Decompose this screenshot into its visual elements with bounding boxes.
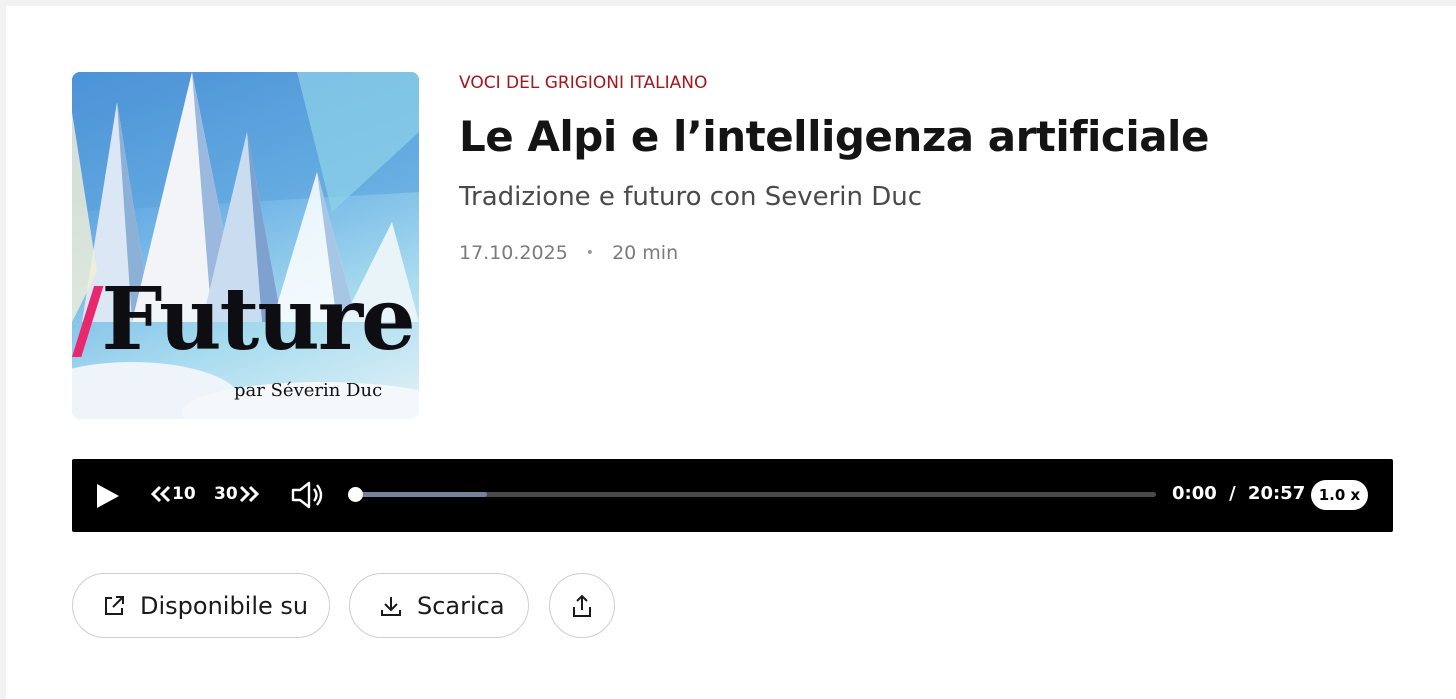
- audio-player: 10 30 0:00 / 20:57 1.0 x: [72, 459, 1393, 532]
- cover-slash: /: [72, 269, 103, 370]
- share-button[interactable]: [549, 573, 615, 638]
- time-separator: /: [1229, 483, 1236, 504]
- current-time: 0:00: [1172, 483, 1217, 504]
- skip-forward-seconds: 30: [214, 484, 238, 504]
- episode-duration: 20 min: [612, 242, 679, 264]
- skip-back-button[interactable]: 10: [150, 484, 196, 504]
- progress-bar[interactable]: [348, 487, 1156, 502]
- cover-subtitle: par Séverin Duc: [234, 380, 383, 401]
- episode-title: Le Alpi e l’intelligenza artificiale: [459, 112, 1209, 161]
- volume-icon: [291, 481, 323, 509]
- play-button[interactable]: [96, 483, 120, 513]
- playback-speed-button[interactable]: 1.0 x: [1311, 480, 1368, 510]
- time-display: 0:00 / 20:57: [1172, 483, 1305, 504]
- available-on-button[interactable]: Disponibile su: [72, 573, 330, 638]
- cover-art: /Future par Séverin Duc: [72, 72, 419, 419]
- share-icon: [573, 594, 591, 617]
- cover-title-text: Future: [101, 269, 415, 370]
- progress-handle[interactable]: [348, 487, 363, 502]
- episode-meta: 17.10.2025 • 20 min: [459, 242, 678, 264]
- episode-date: 17.10.2025: [459, 242, 568, 264]
- meta-separator: •: [585, 245, 595, 261]
- progress-buffered: [355, 492, 488, 497]
- download-icon: [379, 594, 403, 618]
- rewind-icon: [150, 485, 171, 503]
- episode-subtitle: Tradizione e futuro con Severin Duc: [459, 182, 923, 212]
- available-on-label: Disponibile su: [140, 591, 309, 620]
- program-name[interactable]: VOCI DEL GRIGIONI ITALIANO: [459, 73, 707, 93]
- fast-forward-icon: [239, 485, 259, 503]
- external-link-icon: [102, 594, 126, 618]
- total-time: 20:57: [1247, 483, 1306, 504]
- skip-back-seconds: 10: [172, 484, 196, 504]
- download-label: Scarica: [417, 591, 505, 620]
- skip-forward-button[interactable]: 30: [214, 484, 260, 504]
- play-icon: [97, 484, 119, 508]
- cover-title: /Future: [72, 277, 419, 363]
- download-button[interactable]: Scarica: [349, 573, 529, 638]
- volume-button[interactable]: [291, 481, 325, 513]
